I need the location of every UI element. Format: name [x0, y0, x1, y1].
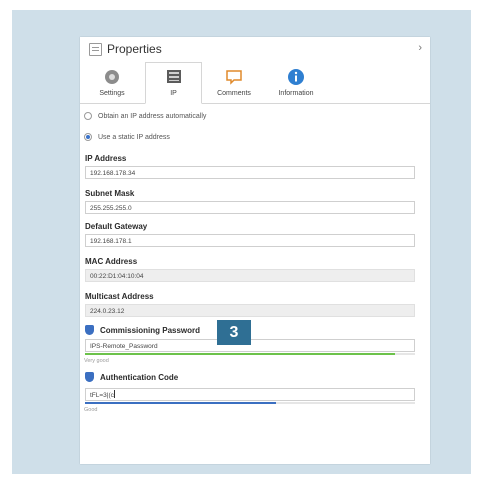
panel-title: Properties: [107, 42, 162, 56]
panel-header: Properties ›: [80, 37, 430, 61]
password-strength-fill: [85, 353, 396, 355]
network-card-icon: [166, 70, 181, 83]
multicast-address-label: Multicast Address: [85, 292, 154, 301]
radio-button[interactable]: [84, 112, 92, 120]
radio-static-ip[interactable]: Use a static IP address: [84, 133, 170, 141]
code-strength-bar: [85, 402, 415, 404]
collapse-chevron-icon[interactable]: ›: [418, 42, 422, 54]
shield-icon: [85, 372, 94, 382]
commissioning-password-label: Commissioning Password: [100, 326, 201, 335]
subnet-mask-input[interactable]: 255.255.255.0: [85, 201, 415, 214]
gear-icon: [105, 70, 119, 84]
tab-information[interactable]: Information: [266, 63, 326, 103]
authentication-code-value: tFL=3|(c: [90, 392, 114, 399]
tab-ip-label: IP: [170, 90, 177, 97]
shield-icon: [85, 325, 94, 335]
radio-static-label: Use a static IP address: [98, 133, 170, 141]
radio-obtain-automatically[interactable]: Obtain an IP address automatically: [84, 112, 206, 120]
code-strength-text: Good: [84, 407, 98, 413]
tab-ip[interactable]: IP: [145, 62, 202, 104]
multicast-address-field: 224.0.23.12: [85, 304, 415, 317]
properties-icon: [89, 42, 102, 56]
mac-address-field: 00:22:D1:04:10:04: [85, 269, 415, 282]
radio-button-selected[interactable]: [84, 133, 92, 141]
authentication-code-input[interactable]: tFL=3|(c: [85, 388, 415, 401]
default-gateway-label: Default Gateway: [85, 222, 148, 231]
subnet-mask-label: Subnet Mask: [85, 189, 135, 198]
text-cursor: [113, 390, 115, 398]
tab-settings-label: Settings: [99, 90, 125, 97]
commissioning-password-heading: Commissioning Password: [85, 325, 200, 335]
password-strength-text: Very good: [84, 358, 109, 364]
default-gateway-input[interactable]: 192.168.178.1: [85, 234, 415, 247]
authentication-code-heading: Authentication Code: [85, 372, 178, 382]
properties-panel: Properties › Settings IP Comments Inform…: [80, 37, 430, 464]
tab-information-label: Information: [278, 90, 314, 97]
code-strength-fill: [85, 402, 277, 404]
ip-address-label: IP Address: [85, 154, 127, 163]
authentication-code-label: Authentication Code: [100, 373, 179, 382]
mac-address-label: MAC Address: [85, 257, 138, 266]
tab-comments[interactable]: Comments: [208, 63, 260, 103]
info-icon: [288, 69, 304, 85]
comment-icon: [226, 70, 242, 85]
tab-settings[interactable]: Settings: [88, 63, 136, 103]
password-strength-bar: [85, 353, 415, 355]
tab-comments-label: Comments: [217, 90, 251, 97]
ip-address-input[interactable]: 192.168.178.34: [85, 166, 415, 179]
radio-obtain-label: Obtain an IP address automatically: [98, 112, 207, 120]
callout-badge: 3: [217, 320, 251, 345]
tab-bar: Settings IP Comments Information: [80, 62, 430, 104]
